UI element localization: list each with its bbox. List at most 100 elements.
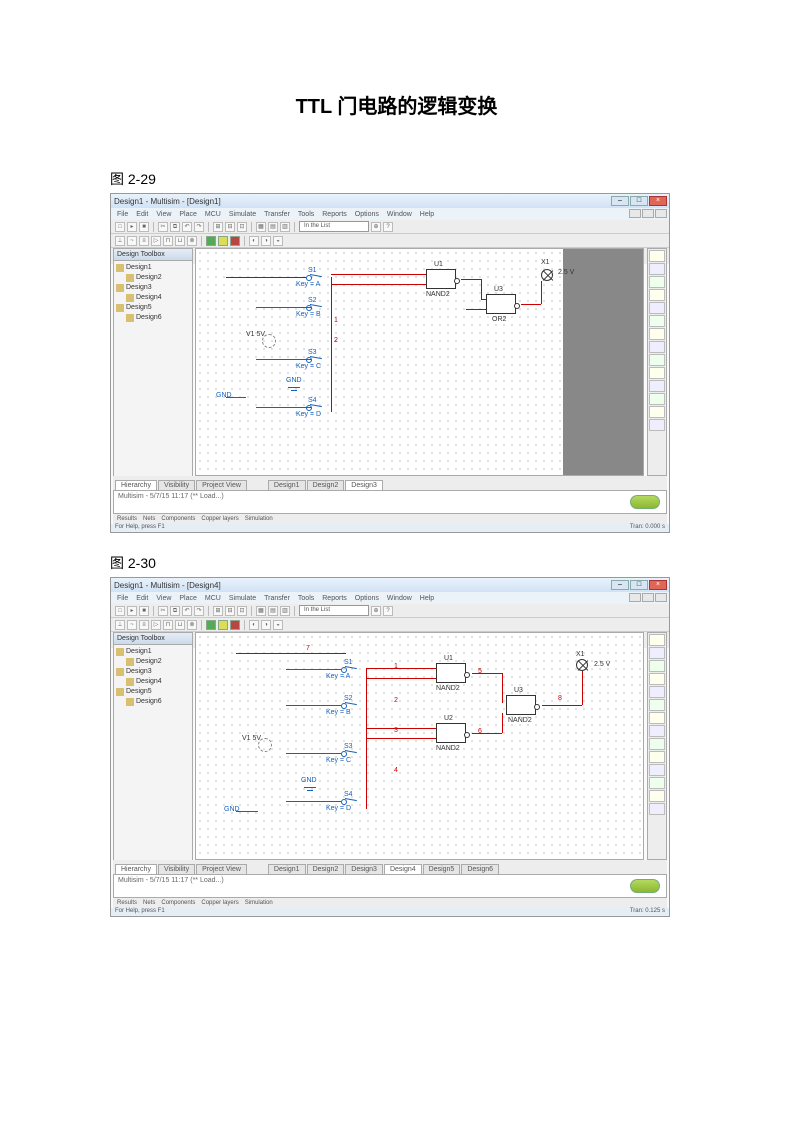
instrument-button[interactable] (649, 751, 665, 763)
instrument-button[interactable] (649, 647, 665, 659)
instrument-button[interactable] (649, 419, 665, 431)
spreadsheet-tab[interactable]: Simulation (245, 516, 273, 522)
toolbar-button[interactable]: ↷ (194, 606, 204, 616)
menu-item[interactable]: Help (420, 211, 434, 218)
tab-hierarchy[interactable]: Hierarchy (115, 480, 157, 490)
tree-node[interactable]: Design6 (136, 697, 162, 707)
toolbar-button[interactable]: ↶ (182, 222, 192, 232)
switch[interactable] (341, 701, 357, 709)
switch[interactable] (341, 665, 357, 673)
zoom-badge[interactable] (630, 879, 660, 893)
toolbar-button[interactable]: ⊗ (187, 236, 197, 246)
instrument-button[interactable] (649, 393, 665, 405)
instrument-button[interactable] (649, 777, 665, 789)
tree-node[interactable]: Design5 (126, 687, 152, 697)
toolbar-combo[interactable]: In the List (299, 221, 369, 232)
instrument-button[interactable] (649, 276, 665, 288)
instrument-button[interactable] (649, 738, 665, 750)
toolbar-button[interactable]: ⊗ (187, 620, 197, 630)
toolbar-button[interactable]: ⊔ (175, 236, 185, 246)
toolbar-button[interactable]: ◒ (273, 236, 283, 246)
tab-visibility[interactable]: Visibility (158, 480, 195, 490)
schematic-canvas[interactable]: 7 V1 5V S1 Key = A S2 Key = B S3 Key = C… (195, 632, 644, 860)
design-tab[interactable]: Design1 (268, 864, 306, 874)
toolbar-button[interactable]: ⧉ (170, 222, 180, 232)
play-button[interactable] (206, 620, 216, 630)
menu-item[interactable]: Place (179, 211, 197, 218)
nand-gate[interactable] (436, 723, 466, 743)
toolbar-button[interactable]: ⊞ (213, 606, 223, 616)
child-close-button[interactable] (655, 209, 667, 218)
toolbar-button[interactable]: ▥ (280, 606, 290, 616)
menu-item[interactable]: Tools (298, 211, 314, 218)
maximize-button[interactable]: □ (630, 580, 648, 590)
toolbar-button[interactable]: □ (115, 222, 125, 232)
or-gate[interactable] (486, 294, 516, 314)
tree-node[interactable]: Design5 (126, 303, 152, 313)
stop-button[interactable] (230, 620, 240, 630)
menu-item[interactable]: Tools (298, 595, 314, 602)
toolbar-button[interactable]: ◐ (249, 236, 259, 246)
spreadsheet-tab[interactable]: Components (161, 516, 195, 522)
instrument-button[interactable] (649, 263, 665, 275)
toolbar-button[interactable]: ≡ (139, 620, 149, 630)
spreadsheet-tab[interactable]: Copper layers (201, 516, 238, 522)
spreadsheet-tab[interactable]: Components (161, 900, 195, 906)
toolbar-button[interactable]: ↶ (182, 606, 192, 616)
toolbar-button[interactable]: □ (115, 606, 125, 616)
toolbar-button[interactable]: ⊡ (237, 606, 247, 616)
toolbar-button[interactable]: ▸ (127, 222, 137, 232)
toolbar-button[interactable]: ⊥ (115, 236, 125, 246)
tab-hierarchy[interactable]: Hierarchy (115, 864, 157, 874)
toolbar-button[interactable]: ⧉ (170, 606, 180, 616)
toolbar-button[interactable]: ⊔ (175, 620, 185, 630)
menu-item[interactable]: MCU (205, 211, 221, 218)
design-tab[interactable]: Design4 (384, 864, 422, 874)
tree-node[interactable]: Design1 (126, 263, 152, 273)
switch[interactable] (306, 303, 322, 311)
minimize-button[interactable]: – (611, 580, 629, 590)
menu-item[interactable]: View (156, 211, 171, 218)
toolbar-button[interactable]: ~ (127, 236, 137, 246)
toolbar-button[interactable]: ▤ (268, 222, 278, 232)
menu-item[interactable]: MCU (205, 595, 221, 602)
switch[interactable] (306, 273, 322, 281)
instrument-button[interactable] (649, 315, 665, 327)
toolbar-button[interactable]: ▦ (256, 222, 266, 232)
menu-item[interactable]: Window (387, 211, 412, 218)
child-maximize-button[interactable] (642, 209, 654, 218)
toolbar-button[interactable]: ▸ (127, 606, 137, 616)
design-tab[interactable]: Design3 (345, 480, 383, 490)
toolbar-button[interactable]: ◐ (249, 620, 259, 630)
instrument-button[interactable] (649, 380, 665, 392)
instrument-button[interactable] (649, 406, 665, 418)
menu-item[interactable]: Options (355, 211, 379, 218)
pause-button[interactable] (218, 620, 228, 630)
toolbar-button[interactable]: ◑ (261, 236, 271, 246)
toolbar-button[interactable]: ▦ (256, 606, 266, 616)
design-tree[interactable]: Design1 Design2 Design3 Design4 Design5 … (114, 261, 192, 325)
toolbar-button[interactable]: ⊞ (213, 222, 223, 232)
instrument-button[interactable] (649, 341, 665, 353)
indicator-lamp[interactable] (541, 269, 553, 281)
play-button[interactable] (206, 236, 216, 246)
maximize-button[interactable]: □ (630, 196, 648, 206)
toolbar-button[interactable]: ↷ (194, 222, 204, 232)
child-minimize-button[interactable] (629, 593, 641, 602)
menu-item[interactable]: File (117, 595, 128, 602)
toolbar-button[interactable]: ~ (127, 620, 137, 630)
instrument-button[interactable] (649, 660, 665, 672)
menu-item[interactable]: Transfer (264, 595, 290, 602)
switch[interactable] (306, 403, 322, 411)
instrument-button[interactable] (649, 634, 665, 646)
instrument-button[interactable] (649, 328, 665, 340)
switch[interactable] (341, 749, 357, 757)
tree-node[interactable]: Design2 (136, 273, 162, 283)
spreadsheet-view[interactable]: Multisim - 5/7/15 11:17 (** Load...) (113, 874, 667, 898)
toolbar-button[interactable]: ■ (139, 222, 149, 232)
stop-button[interactable] (230, 236, 240, 246)
toolbar-button[interactable]: ◒ (273, 620, 283, 630)
tree-node[interactable]: Design2 (136, 657, 162, 667)
toolbar-button[interactable]: ▷ (151, 620, 161, 630)
tab-visibility[interactable]: Visibility (158, 864, 195, 874)
